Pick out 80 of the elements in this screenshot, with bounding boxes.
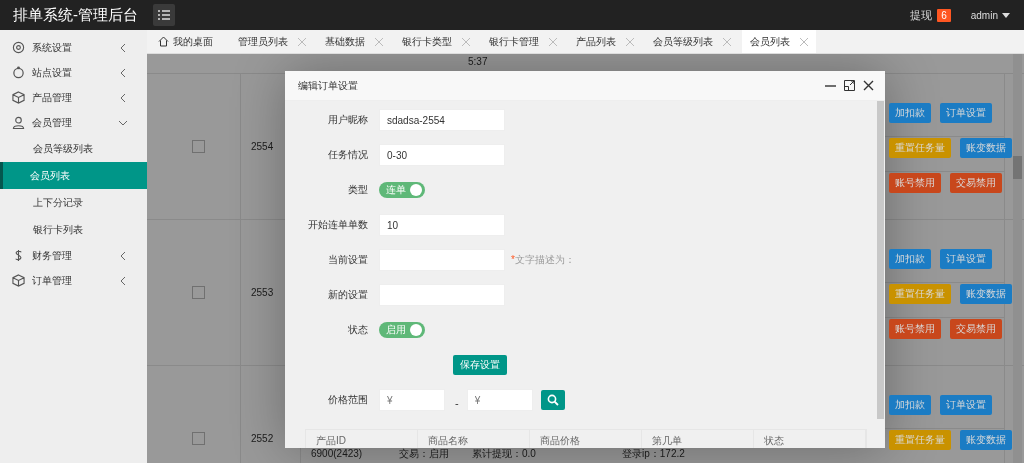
cube-icon xyxy=(12,274,25,287)
nav-item[interactable]: 订单管理 xyxy=(0,268,147,293)
scrollbar-thumb[interactable] xyxy=(1013,156,1022,179)
field-label: 新的设置 xyxy=(328,289,368,300)
table-cell: 交易：启用 xyxy=(399,446,449,461)
column-header: 商品价格 xyxy=(530,430,642,448)
chevron-icon xyxy=(119,118,127,127)
min-price-field[interactable]: ¥ xyxy=(379,389,445,411)
maximize-icon[interactable] xyxy=(844,80,855,91)
field-label: 任务情况 xyxy=(328,149,368,160)
nav-item[interactable]: 产品管理 xyxy=(0,85,147,110)
text-field[interactable]: sdadsa-2554 xyxy=(379,109,505,131)
home-icon xyxy=(158,36,169,47)
column-header: 状态 xyxy=(754,430,866,448)
search-button[interactable] xyxy=(540,390,565,410)
field-label: 用户昵称 xyxy=(328,114,368,125)
text-field[interactable]: 10 xyxy=(379,214,505,236)
nav-item[interactable]: 会员管理 xyxy=(0,110,147,135)
text-field[interactable]: 0-30 xyxy=(379,144,505,166)
search-icon xyxy=(546,394,559,406)
page-tab[interactable]: 银行卡管理 xyxy=(481,30,565,53)
save-button[interactable]: 保存设置 xyxy=(453,355,507,375)
page-tab[interactable]: 我的桌面 xyxy=(150,30,227,53)
nav-subitem[interactable]: 上下分记录 xyxy=(0,189,147,216)
action-button[interactable]: 账号禁用 xyxy=(889,173,941,193)
field-label: 开始连单单数 xyxy=(308,219,368,230)
page-tab[interactable]: 会员列表 xyxy=(742,30,816,53)
nav-subitem[interactable]: 会员等级列表 xyxy=(0,135,147,162)
table-cell: 登录ip：172.2 xyxy=(622,446,685,461)
nav-item[interactable]: 站点设置 xyxy=(0,60,147,85)
page-tab[interactable]: 基础数据 xyxy=(317,30,391,53)
dialog-scrollbar[interactable] xyxy=(877,101,884,419)
dialog-title: 编辑订单设置 xyxy=(298,78,359,93)
page-tab[interactable]: 产品列表 xyxy=(568,30,642,53)
withdraw-link[interactable]: 提现 xyxy=(910,7,933,23)
page-tab[interactable]: 银行卡类型 xyxy=(394,30,478,53)
nav-subitem[interactable]: 银行卡列表 xyxy=(0,216,147,243)
user-menu[interactable]: admin xyxy=(970,9,1010,21)
caret-icon xyxy=(1002,12,1010,18)
page-tab[interactable]: 会员等级列表 xyxy=(645,30,739,53)
row-checkbox[interactable] xyxy=(192,140,205,153)
action-button[interactable]: 交易禁用 xyxy=(950,319,1002,339)
column-header: 商品名称 xyxy=(418,430,530,448)
page-tab[interactable]: 管理员列表 xyxy=(230,30,314,53)
row-checkbox[interactable] xyxy=(192,432,205,445)
chevron-icon xyxy=(119,251,127,260)
nav-subitem[interactable]: 会员列表 xyxy=(0,162,147,189)
table-cell: 2552 xyxy=(251,433,274,444)
table-cell: 6900(2423) xyxy=(311,448,363,459)
chevron-icon xyxy=(119,43,127,52)
action-button[interactable]: 交易禁用 xyxy=(950,173,1002,193)
chevron-icon xyxy=(119,68,127,77)
chevron-icon xyxy=(119,276,127,285)
range-separator: - xyxy=(455,397,459,409)
column-header: 第几单 xyxy=(642,430,754,448)
close-icon[interactable] xyxy=(863,80,874,91)
column-header: 产品ID xyxy=(306,430,418,448)
max-price-field[interactable]: ¥ xyxy=(466,389,533,411)
action-button[interactable]: 账号禁用 xyxy=(889,319,941,339)
chevron-icon xyxy=(119,93,127,102)
field-label: 状态 xyxy=(348,324,368,335)
row-checkbox[interactable] xyxy=(192,286,205,299)
table-cell: 2553 xyxy=(251,287,274,298)
table-cell: 2554 xyxy=(251,141,274,152)
field-hint: *文字描述为： xyxy=(511,253,575,267)
app-title: 排单系统-管理后台 xyxy=(13,5,138,23)
table-cell: 累计提现：0.0 xyxy=(472,446,536,461)
menu-icon xyxy=(158,10,170,20)
nav-item[interactable]: 财务管理 xyxy=(0,243,147,268)
table-cell-text: 5:37 xyxy=(467,55,489,69)
menu-button[interactable] xyxy=(153,4,175,26)
field-label: 价格范围 xyxy=(328,394,368,405)
ring-icon xyxy=(12,66,25,79)
withdraw-count-badge: 6 xyxy=(937,8,951,22)
user-icon xyxy=(12,116,25,129)
gear-icon xyxy=(12,41,25,54)
field-label: 当前设置 xyxy=(328,254,368,265)
nav-item[interactable]: 系统设置 xyxy=(0,35,147,60)
field-label: 类型 xyxy=(348,184,368,195)
cube-icon xyxy=(12,91,25,104)
